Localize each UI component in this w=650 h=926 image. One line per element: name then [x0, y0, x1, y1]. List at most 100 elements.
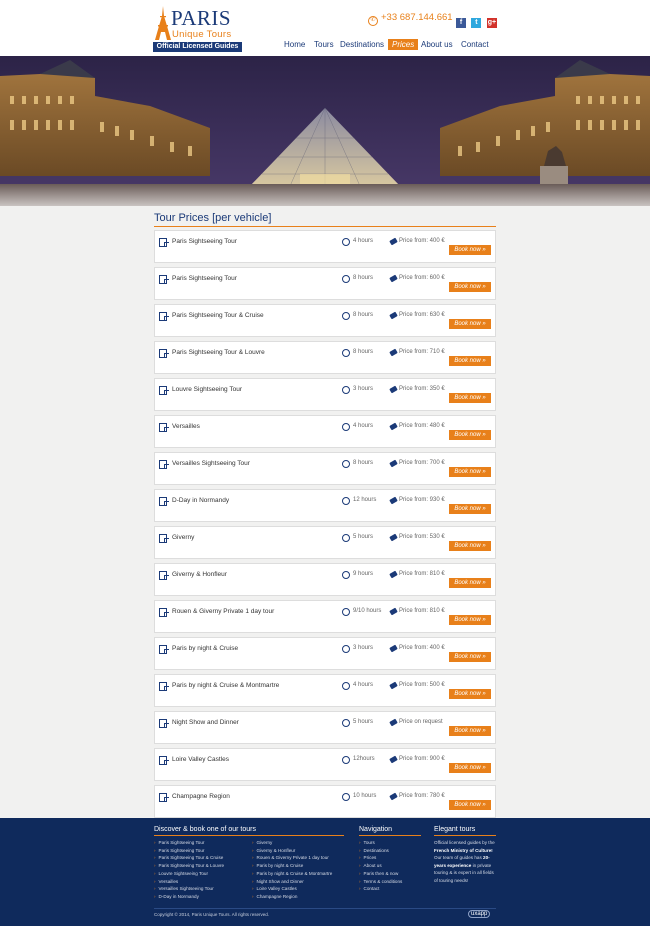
tour-price: Price from: 500 €	[399, 682, 445, 688]
book-now-button[interactable]: Book now »	[449, 689, 491, 699]
tour-name[interactable]: Paris Sightseeing Tour	[172, 275, 237, 282]
nav-tours[interactable]: Tours	[314, 40, 334, 49]
tour-price: Price from: 630 €	[399, 312, 445, 318]
book-now-button[interactable]: Book now »	[449, 504, 491, 514]
tour-duration: 4 hours	[353, 238, 374, 244]
nav-prices[interactable]: Prices	[388, 39, 419, 50]
price-tag-icon	[389, 496, 398, 505]
footer-link[interactable]: Tours	[359, 839, 421, 847]
tour-document-icon	[159, 349, 169, 358]
hero-image-louvre	[0, 56, 650, 206]
nav-about[interactable]: About us	[421, 40, 453, 49]
footer-link[interactable]: About us	[359, 862, 421, 870]
tour-name[interactable]: Night Show and Dinner	[172, 719, 239, 726]
tour-name[interactable]: Loire Valley Castles	[172, 756, 229, 763]
footer-link[interactable]: Prices	[359, 854, 421, 862]
book-now-button[interactable]: Book now »	[449, 282, 491, 292]
book-now-button[interactable]: Book now »	[449, 578, 491, 588]
footer-link[interactable]: Giverny	[252, 839, 332, 847]
tour-row: Paris by night & Cruise & Montmartre 4 h…	[154, 674, 496, 707]
tour-name[interactable]: D-Day in Normandy	[172, 497, 229, 504]
tour-row: Champagne Region 10 hours Price from: 78…	[154, 785, 496, 818]
book-now-button[interactable]: Book now »	[449, 615, 491, 625]
developer-credit-logo[interactable]: uxapp	[468, 910, 491, 918]
footer-link[interactable]: Destinations	[359, 847, 421, 855]
book-now-button[interactable]: Book now »	[449, 393, 491, 403]
tour-duration: 8 hours	[353, 460, 374, 466]
tour-document-icon	[159, 238, 169, 247]
clock-icon	[342, 719, 350, 727]
book-now-button[interactable]: Book now »	[449, 541, 491, 551]
book-now-button[interactable]: Book now »	[449, 356, 491, 366]
eiffel-tower-icon	[155, 6, 171, 40]
nav-contact[interactable]: Contact	[461, 40, 489, 49]
footer-link[interactable]: Paris by night & Cruise & Montmartre	[252, 870, 333, 878]
tour-name[interactable]: Rouen & Giverny Private 1 day tour	[172, 608, 274, 615]
clock-icon	[342, 386, 350, 394]
clock-icon	[342, 312, 350, 320]
tour-name[interactable]: Versailles Sightseeing Tour	[172, 460, 250, 467]
clock-icon	[342, 608, 350, 616]
tour-name[interactable]: Louvre Sightseeing Tour	[172, 386, 242, 393]
footer-link[interactable]: Rouen & Giverny Private 1 day tour	[252, 854, 332, 862]
tour-name[interactable]: Champagne Region	[172, 793, 230, 800]
nav-home[interactable]: Home	[284, 40, 305, 49]
clock-icon	[342, 571, 350, 579]
clock-icon	[342, 238, 350, 246]
footer-link[interactable]: Champagne Region	[252, 893, 332, 901]
nav-destinations[interactable]: Destinations	[340, 40, 384, 49]
tour-name[interactable]: Paris Sightseeing Tour & Cruise	[172, 312, 264, 319]
book-now-button[interactable]: Book now »	[449, 800, 491, 810]
book-now-button[interactable]: Book now »	[449, 319, 491, 329]
tour-duration: 8 hours	[353, 349, 374, 355]
tour-name[interactable]: Paris by night & Cruise & Montmartre	[172, 682, 279, 689]
tour-price: Price from: 710 €	[399, 349, 445, 355]
footer-link[interactable]: Giverny & Honfleur	[252, 847, 332, 855]
footer-link[interactable]: Contact	[359, 885, 421, 893]
price-tag-icon	[389, 237, 398, 246]
tour-price: Price from: 780 €	[399, 793, 445, 799]
footer-link[interactable]: Loire Valley Castles	[252, 885, 332, 893]
tour-name[interactable]: Paris Sightseeing Tour & Louvre	[172, 349, 265, 356]
book-now-button[interactable]: Book now »	[449, 763, 491, 773]
tour-document-icon	[159, 275, 169, 284]
tour-price: Price from: 400 €	[399, 645, 445, 651]
tour-row: Giverny 5 hours Price from: 530 € Book n…	[154, 526, 496, 559]
facebook-icon[interactable]: f	[456, 18, 466, 28]
book-now-button[interactable]: Book now »	[449, 245, 491, 255]
book-now-button[interactable]: Book now »	[449, 467, 491, 477]
tour-duration: 3 hours	[353, 645, 374, 651]
price-tag-icon	[389, 348, 398, 357]
brand-name: PARIS	[171, 6, 232, 30]
tour-row: Versailles Sightseeing Tour 8 hours Pric…	[154, 452, 496, 485]
book-now-button[interactable]: Book now »	[449, 652, 491, 662]
footer-link[interactable]: Paris by night & Cruise	[252, 862, 332, 870]
phone-number[interactable]: ✆ +33 687.144.661	[368, 12, 453, 26]
tour-document-icon	[159, 756, 169, 765]
tour-duration: 5 hours	[353, 534, 374, 540]
tour-name[interactable]: Giverny & Honfleur	[172, 571, 227, 578]
tour-name[interactable]: Paris by night & Cruise	[172, 645, 238, 652]
tour-name[interactable]: Paris Sightseeing Tour	[172, 238, 237, 245]
tour-row: Paris by night & Cruise 3 hours Price fr…	[154, 637, 496, 670]
clock-icon	[342, 645, 350, 653]
tour-name[interactable]: Versailles	[172, 423, 200, 430]
twitter-icon[interactable]: t	[471, 18, 482, 28]
elegant-text-2: French Ministry of Culture!	[434, 847, 493, 853]
tour-price: Price from: 810 €	[399, 608, 445, 614]
price-tag-icon	[389, 681, 398, 690]
footer-link[interactable]: Night Show and Dinner	[252, 878, 332, 886]
tour-row: Paris Sightseeing Tour 8 hours Price fro…	[154, 267, 496, 300]
tour-name[interactable]: Giverny	[172, 534, 194, 541]
tour-price: Price from: 600 €	[399, 275, 445, 281]
site-logo[interactable]: PARIS Unique Tours Official Licensed Gui…	[153, 4, 245, 54]
google-plus-icon[interactable]: g+	[486, 18, 497, 28]
footer-link[interactable]: Paris then & now	[359, 870, 421, 878]
tour-duration: 8 hours	[353, 312, 374, 318]
book-now-button[interactable]: Book now »	[449, 726, 491, 736]
footer-link[interactable]: Terms & conditions	[359, 878, 421, 886]
tour-row: Paris Sightseeing Tour & Cruise 8 hours …	[154, 304, 496, 337]
book-now-button[interactable]: Book now »	[449, 430, 491, 440]
price-tag-icon	[389, 422, 398, 431]
tour-price: Price from: 810 €	[399, 571, 445, 577]
